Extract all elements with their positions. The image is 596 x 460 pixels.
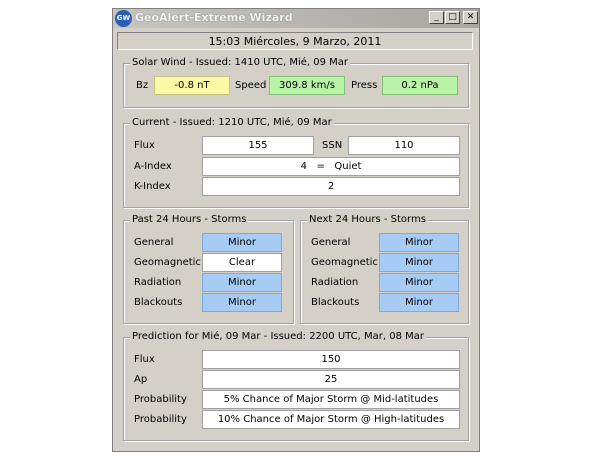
past-blackouts-value: Minor [202, 293, 282, 312]
ssn-label: SSN [322, 140, 343, 151]
speed-value: 309.8 km/s [269, 76, 345, 95]
flux-label: Flux [134, 140, 155, 151]
probability-mid-value: 5% Chance of Major Storm @ Mid-latitudes [202, 390, 460, 409]
prediction-ap-label: Ap [134, 374, 148, 385]
maximize-button[interactable]: □ [445, 11, 460, 24]
prediction-legend: Prediction for Mié, 09 Mar - Issued: 220… [130, 331, 426, 342]
next-blackouts-value: Minor [379, 293, 459, 312]
next-general-value: Minor [379, 233, 459, 252]
app-icon: GW [115, 10, 132, 27]
next-geomagnetic-value: Minor [379, 253, 459, 272]
past-storms-group: Past 24 Hours - Storms General Minor Geo… [123, 214, 294, 324]
past-general-label: General [134, 237, 174, 248]
press-value: 0.2 nPa [382, 76, 458, 95]
a-index-label: A-Index [134, 161, 172, 172]
speed-label: Speed [235, 80, 267, 91]
prediction-ap-value: 25 [202, 370, 460, 389]
k-index-value: 2 [202, 177, 460, 196]
probability-mid-label: Probability [134, 394, 187, 405]
past-radiation-label: Radiation [134, 277, 182, 288]
solar-wind-group: Solar Wind - Issued: 1410 UTC, Mié, 09 M… [123, 57, 469, 108]
app-window: GW GeoAlert-Extreme Wizard _ □ ✕ 15:03 M… [112, 8, 480, 452]
next-general-label: General [311, 237, 351, 248]
datetime-display: 15:03 Miércoles, 9 Marzo, 2011 [117, 32, 473, 50]
title-bar[interactable]: GW GeoAlert-Extreme Wizard _ □ ✕ [113, 9, 479, 28]
past-geomagnetic-label: Geomagnetic [134, 257, 201, 268]
prediction-flux-label: Flux [134, 354, 155, 365]
probability-high-value: 10% Chance of Major Storm @ High-latitud… [202, 410, 460, 429]
past-storms-legend: Past 24 Hours - Storms [130, 214, 249, 225]
past-radiation-value: Minor [202, 273, 282, 292]
next-geomagnetic-label: Geomagnetic [311, 257, 378, 268]
k-index-label: K-Index [134, 181, 171, 192]
past-general-value: Minor [202, 233, 282, 252]
current-legend: Current - Issued: 1210 UTC, Mié, 09 Mar [130, 117, 334, 128]
next-storms-legend: Next 24 Hours - Storms [307, 214, 428, 225]
next-radiation-value: Minor [379, 273, 459, 292]
close-button[interactable]: ✕ [463, 11, 478, 24]
past-geomagnetic-value: Clear [202, 253, 282, 272]
press-label: Press [351, 80, 378, 91]
bz-label: Bz [136, 80, 149, 91]
ssn-value: 110 [348, 136, 460, 155]
window-title: GeoAlert-Extreme Wizard [135, 11, 293, 24]
probability-high-label: Probability [134, 414, 187, 425]
flux-value: 155 [202, 136, 314, 155]
solar-wind-legend: Solar Wind - Issued: 1410 UTC, Mié, 09 M… [130, 57, 351, 68]
next-blackouts-label: Blackouts [311, 297, 360, 308]
next-storms-group: Next 24 Hours - Storms General Minor Geo… [300, 214, 469, 324]
current-group: Current - Issued: 1210 UTC, Mié, 09 Mar … [123, 117, 469, 208]
prediction-group: Prediction for Mié, 09 Mar - Issued: 220… [123, 331, 469, 441]
a-index-value: 4 = Quiet [202, 157, 460, 176]
prediction-flux-value: 150 [202, 350, 460, 369]
past-blackouts-label: Blackouts [134, 297, 183, 308]
next-radiation-label: Radiation [311, 277, 359, 288]
minimize-button[interactable]: _ [429, 11, 444, 24]
bz-value: -0.8 nT [154, 76, 230, 95]
